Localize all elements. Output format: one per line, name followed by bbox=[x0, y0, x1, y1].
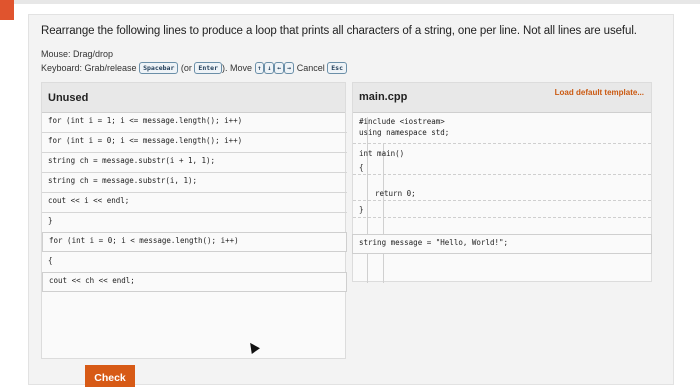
main-cpp-header: main.cpp Load default template... bbox=[353, 83, 651, 113]
cancel-text: Cancel bbox=[296, 63, 325, 73]
right-key: → bbox=[284, 62, 295, 74]
question-card: Rearrange the following lines to produce… bbox=[28, 14, 674, 387]
up-key: ↑ bbox=[254, 62, 265, 74]
accent-marker bbox=[0, 0, 14, 20]
question-prompt: Rearrange the following lines to produce… bbox=[41, 25, 637, 37]
left-key: ← bbox=[274, 62, 285, 74]
code-using: using namespace std; bbox=[359, 128, 450, 137]
code-int-main: int main() bbox=[359, 149, 405, 158]
unused-line[interactable]: string ch = message.substr(i, 1); bbox=[42, 173, 347, 193]
enter-key: Enter bbox=[194, 62, 222, 74]
unused-line[interactable]: for (int i = 1; i <= message.length(); i… bbox=[42, 113, 347, 133]
indent-guide bbox=[383, 143, 384, 283]
unused-line[interactable]: cout << ch << endl; bbox=[42, 272, 347, 292]
drop-slot[interactable] bbox=[353, 217, 651, 218]
unused-line[interactable]: cout << i << endl; bbox=[42, 193, 347, 213]
drop-slot[interactable] bbox=[353, 174, 651, 175]
keyboard-label: Keyboard: Grab/release bbox=[41, 63, 137, 73]
load-template-link[interactable]: Load default template... bbox=[555, 88, 644, 97]
unused-line[interactable]: for (int i = 0; i < message.length(); i+… bbox=[42, 232, 347, 252]
unused-line[interactable]: } bbox=[42, 213, 347, 233]
unused-line[interactable]: { bbox=[42, 253, 347, 273]
main-cpp-extra-line[interactable]: string message = "Hello, World!"; bbox=[352, 234, 652, 254]
unused-column: Unused for (int i = 1; i <= message.leng… bbox=[41, 82, 347, 359]
unused-line[interactable]: string ch = message.substr(i + 1, 1); bbox=[42, 153, 347, 173]
or-text: (or bbox=[180, 63, 192, 73]
main-cpp-title: main.cpp bbox=[359, 91, 408, 103]
code-include: #include <iostream> bbox=[359, 117, 445, 126]
esc-key: Esc bbox=[327, 62, 348, 74]
check-button[interactable]: Check bbox=[85, 365, 135, 387]
unused-title: Unused bbox=[42, 83, 345, 113]
code-close-brace: } bbox=[359, 205, 364, 214]
code-return: return 0; bbox=[375, 189, 416, 198]
spacebar-key: Spacebar bbox=[139, 62, 179, 74]
move-text: ). Move bbox=[222, 63, 253, 73]
drop-slot[interactable] bbox=[353, 143, 651, 144]
top-bar bbox=[0, 0, 700, 4]
keyboard-instructions: Keyboard: Grab/release Spacebar (or Ente… bbox=[41, 62, 348, 74]
mouse-instructions: Mouse: Drag/drop bbox=[41, 49, 114, 59]
drop-slot[interactable] bbox=[353, 200, 651, 201]
code-open-brace: { bbox=[359, 163, 364, 172]
down-key: ↓ bbox=[264, 62, 275, 74]
unused-line[interactable]: for (int i = 0; i <= message.length(); i… bbox=[42, 133, 347, 153]
